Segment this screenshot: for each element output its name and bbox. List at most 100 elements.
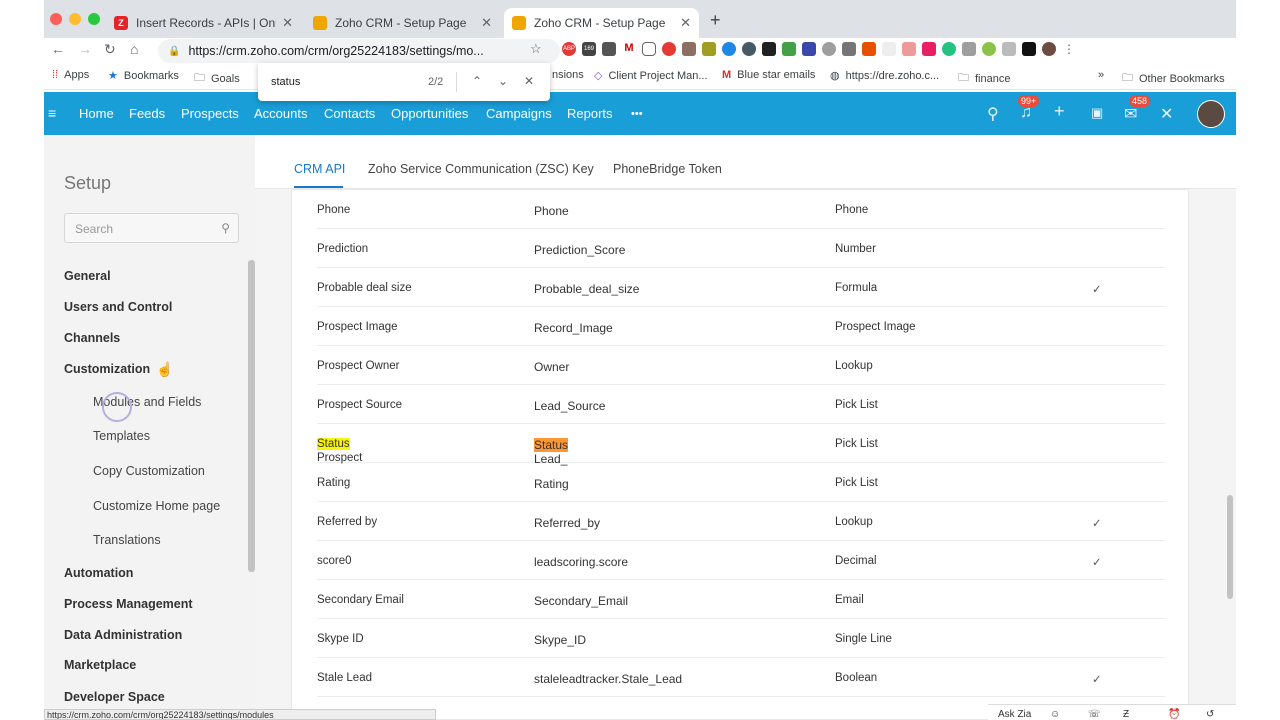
setup-tools-icon[interactable]: ✕ <box>1160 104 1173 124</box>
nav-campaigns[interactable]: Campaigns <box>486 106 552 121</box>
ext-icon[interactable] <box>782 42 796 56</box>
bookmark-dre-zoho[interactable]: ◍ https://dre.zoho.c... <box>830 69 939 83</box>
history-icon[interactable]: ↺ <box>1206 709 1214 720</box>
ext-icon[interactable] <box>702 42 716 56</box>
chat-icon[interactable]: ☺ <box>1050 709 1060 720</box>
forward-icon[interactable]: → <box>78 41 92 57</box>
find-input[interactable]: status <box>271 76 300 88</box>
ext-icon[interactable] <box>602 42 616 56</box>
nav-opportunities[interactable]: Opportunities <box>391 106 468 121</box>
tab-close-icon[interactable]: ✕ <box>680 15 691 31</box>
sidebar-item-general[interactable]: General <box>64 269 111 283</box>
grammarly-icon[interactable] <box>942 42 956 56</box>
bookmark-star-icon[interactable]: ☆ <box>530 41 542 57</box>
bookmark-finance[interactable]: 🗀 finance <box>958 69 1010 88</box>
reload-icon[interactable]: ↻ <box>104 41 116 58</box>
ext-icon[interactable] <box>962 42 976 56</box>
close-window-icon[interactable] <box>50 13 62 25</box>
sidebar-item-marketplace[interactable]: Marketplace <box>64 658 136 672</box>
tab-crm-api[interactable]: CRM API <box>294 162 345 176</box>
sidebar-sub-translations[interactable]: Translations <box>93 533 161 547</box>
sidebar-sub-customize-home-page[interactable]: Customize Home page <box>93 499 220 513</box>
profile-icon[interactable] <box>1042 42 1056 56</box>
bookmark-extensions[interactable]: nsions <box>552 69 584 81</box>
nav-contacts[interactable]: Contacts <box>324 106 375 121</box>
ext-icon[interactable] <box>722 42 736 56</box>
nav-accounts[interactable]: Accounts <box>254 106 307 121</box>
ext-icon[interactable] <box>822 42 836 56</box>
alarm-icon[interactable]: ⏰ <box>1168 709 1180 720</box>
mail-icon[interactable]: ✉ <box>1124 104 1137 124</box>
find-close-icon[interactable]: ✕ <box>524 74 534 88</box>
browser-tab-1[interactable]: Z Insert Records - APIs | Online Help ✕ <box>106 8 301 38</box>
nav-more-icon[interactable]: ••• <box>631 108 643 120</box>
tab-strip: Z Insert Records - APIs | Online Help ✕ … <box>44 0 1236 38</box>
ask-zia-button[interactable]: Ask Zia <box>998 709 1031 720</box>
bookmark-apps[interactable]: ⁞⁞ Apps <box>52 69 89 81</box>
tab-zsc-key[interactable]: Zoho Service Communication (ZSC) Key <box>368 162 594 176</box>
sidebar-item-data-administration[interactable]: Data Administration <box>64 628 182 642</box>
browser-tab-3[interactable]: Zoho CRM - Setup Page ✕ <box>504 8 699 38</box>
find-count: 2/2 <box>428 76 444 88</box>
kebab-menu-icon[interactable]: ⋮ <box>1062 42 1076 56</box>
tab-close-icon[interactable]: ✕ <box>481 15 492 31</box>
ext-icon[interactable] <box>742 42 756 56</box>
bookmark-other[interactable]: 🗀 Other Bookmarks <box>1122 69 1225 88</box>
tab-close-icon[interactable]: ✕ <box>282 15 293 31</box>
sidebar-sub-copy-customization[interactable]: Copy Customization <box>93 464 205 478</box>
back-icon[interactable]: ← <box>51 41 65 57</box>
sidebar-item-developer-space[interactable]: Developer Space <box>64 690 165 704</box>
ext-icon[interactable] <box>922 42 936 56</box>
sidebar-sub-templates[interactable]: Templates <box>93 429 150 443</box>
nav-home[interactable]: Home <box>79 106 114 121</box>
shield-ext-icon[interactable] <box>662 42 676 56</box>
address-bar[interactable]: 🔒 https://crm.zoho.com/crm/org25224183/s… <box>158 39 560 63</box>
ext-icon[interactable] <box>982 42 996 56</box>
pocket-icon[interactable] <box>642 42 656 56</box>
bookmarks-overflow-icon[interactable]: » <box>1098 69 1104 81</box>
ext-icon[interactable] <box>882 42 896 56</box>
sidebar-search-input[interactable]: Search ⚲ <box>64 213 239 243</box>
tab-phonebridge-token[interactable]: PhoneBridge Token <box>613 162 722 176</box>
zoho-crm-icon <box>313 16 327 30</box>
home-icon[interactable]: ⌂ <box>130 41 138 57</box>
sidebar-item-automation[interactable]: Automation <box>64 566 133 580</box>
search-icon[interactable]: ⚲ <box>987 104 999 124</box>
sidebar-item-users-and-control[interactable]: Users and Control <box>64 300 172 314</box>
bookmark-bookmarks[interactable]: ★ Bookmarks <box>108 69 179 83</box>
find-prev-icon[interactable]: ⌃ <box>472 74 482 88</box>
maximize-window-icon[interactable] <box>88 13 100 25</box>
ext-icon[interactable] <box>802 42 816 56</box>
hamburger-icon[interactable]: ≡ <box>48 105 56 121</box>
ext-icon[interactable] <box>902 42 916 56</box>
ext-icon[interactable] <box>1022 42 1036 56</box>
bookmark-goals[interactable]: 🗀 Goals <box>194 69 240 88</box>
nav-feeds[interactable]: Feeds <box>129 106 165 121</box>
browser-tab-2[interactable]: Zoho CRM - Setup Page ✕ <box>305 8 500 38</box>
nav-reports[interactable]: Reports <box>567 106 613 121</box>
find-next-icon[interactable]: ⌄ <box>498 74 508 88</box>
ext-icon[interactable] <box>862 42 876 56</box>
minimize-window-icon[interactable] <box>69 13 81 25</box>
gmail-ext-icon[interactable]: M <box>622 42 636 56</box>
main-scrollbar[interactable] <box>1227 495 1233 599</box>
ext-icon[interactable] <box>842 42 856 56</box>
new-tab-icon[interactable]: + <box>710 10 721 31</box>
phone-icon[interactable]: ☏ <box>1088 709 1101 720</box>
bookmark-client-project[interactable]: ◇ Client Project Man... <box>594 69 708 83</box>
nav-prospects[interactable]: Prospects <box>181 106 239 121</box>
calendar-icon[interactable]: ▣ <box>1091 105 1103 121</box>
ext-icon[interactable] <box>682 42 696 56</box>
sidebar-item-customization[interactable]: Customization <box>64 362 150 376</box>
adblock-icon[interactable]: ABP <box>562 42 576 56</box>
sidebar-scrollbar[interactable] <box>248 260 255 572</box>
avatar[interactable] <box>1197 100 1225 128</box>
ext-icon[interactable] <box>762 42 776 56</box>
ext-icon[interactable] <box>1002 42 1016 56</box>
calendar-ext-icon[interactable]: 169 <box>582 42 596 56</box>
sidebar-item-process-management[interactable]: Process Management <box>64 597 193 611</box>
bookmark-blue-star-emails[interactable]: M Blue star emails <box>722 69 815 81</box>
sidebar-item-channels[interactable]: Channels <box>64 331 120 345</box>
zia-icon[interactable]: Ƶ <box>1123 709 1129 720</box>
plus-icon[interactable]: + <box>1054 101 1065 122</box>
